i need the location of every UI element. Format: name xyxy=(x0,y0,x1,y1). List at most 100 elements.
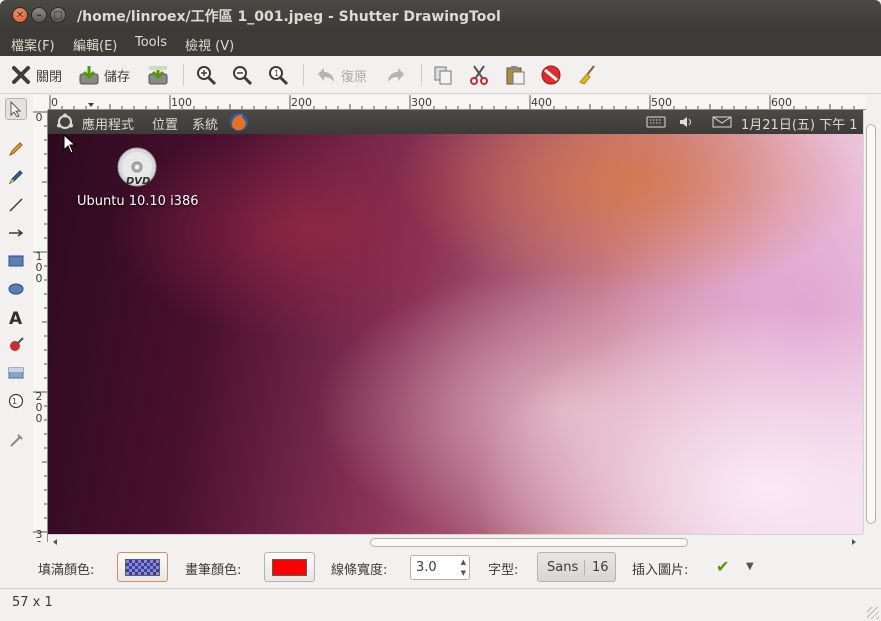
menu-tools[interactable]: Tools xyxy=(135,35,167,50)
horizontal-ruler: 0 100 200 300 400 500 600 xyxy=(48,95,866,110)
save-icon xyxy=(79,66,99,85)
insert-image-label: 插入圖片: xyxy=(632,563,689,578)
keyboard-icon xyxy=(646,116,666,128)
save-button-label: 儲存 xyxy=(104,69,131,85)
pointer-icon xyxy=(10,101,22,117)
menu-view[interactable]: 檢視 (V) xyxy=(185,35,234,54)
clear-button[interactable] xyxy=(576,61,598,89)
zoom-out-button[interactable] xyxy=(231,61,253,89)
ellipse-tool[interactable] xyxy=(5,278,27,300)
stroke-color-button[interactable] xyxy=(264,552,315,582)
line-width-value: 3.0 xyxy=(416,560,437,575)
redo-button[interactable] xyxy=(385,61,407,89)
close-icon xyxy=(12,66,30,84)
crop-tool[interactable] xyxy=(5,430,27,452)
rectangle-tool[interactable] xyxy=(5,250,27,272)
title-bar: ✕ – □ /home/linroex/工作區 1_001.jpeg - Shu… xyxy=(0,0,881,31)
svg-text:1: 1 xyxy=(274,69,279,78)
fill-color-label: 填滿顏色: xyxy=(38,563,95,578)
freehand-tool[interactable] xyxy=(5,138,27,160)
crop-icon xyxy=(10,434,23,447)
zoom-100-button[interactable]: 1 xyxy=(267,61,289,89)
toolbar-separator xyxy=(183,64,184,86)
redo-icon xyxy=(388,68,404,82)
horizontal-scroll-thumb[interactable] xyxy=(370,538,688,547)
censor-icon xyxy=(10,337,24,351)
maximize-window-button[interactable]: □ xyxy=(50,7,66,23)
vertical-scroll-thumb[interactable] xyxy=(866,124,876,524)
toolbar: 關閉 儲存 1 復原 xyxy=(0,56,881,94)
ruler-position-marker xyxy=(88,103,94,107)
paste-button[interactable] xyxy=(504,61,526,89)
ruler-label: 500 xyxy=(651,96,672,109)
ruler-label: 300 xyxy=(411,96,432,109)
line-tool[interactable] xyxy=(5,194,27,216)
line-icon xyxy=(9,198,23,212)
highlighter-icon xyxy=(8,170,23,185)
mail-icon xyxy=(712,116,732,128)
panel-menu-places: 位置 xyxy=(152,118,179,133)
stroke-color-swatch xyxy=(272,559,307,576)
text-tool[interactable]: A xyxy=(5,306,27,328)
font-name: Sans xyxy=(547,559,579,575)
zoom-in-button[interactable] xyxy=(195,61,217,89)
arrow-tool[interactable] xyxy=(5,222,27,244)
zoom-in-icon xyxy=(197,66,217,86)
censor-tool[interactable] xyxy=(5,334,27,356)
increment-icon[interactable]: ▲ xyxy=(461,558,466,566)
font-label: 字型: xyxy=(488,563,519,578)
menu-edit[interactable]: 編輯(E) xyxy=(73,35,117,54)
horizontal-scrollbar[interactable] xyxy=(48,534,863,548)
text-icon: A xyxy=(9,309,23,325)
dropdown-arrow-icon[interactable]: ▼ xyxy=(746,561,754,572)
close-button[interactable]: 關閉 xyxy=(10,61,62,89)
ruler-label: 0 xyxy=(51,96,58,109)
drawing-canvas[interactable]: 應用程式 位置 系統 1月21日(五) 下午 1 DVD Ubuntu 10.1… xyxy=(48,110,863,534)
minimize-window-button[interactable]: – xyxy=(31,7,47,23)
panel-clock: 1月21日(五) 下午 1 xyxy=(741,118,858,133)
close-window-button[interactable]: ✕ xyxy=(12,7,28,23)
delete-button[interactable] xyxy=(540,61,562,89)
number-tool[interactable]: 1 xyxy=(5,390,27,412)
ruler-label: 0 xyxy=(35,111,43,124)
ruler-ticks xyxy=(33,111,47,533)
desktop-icon-label: Ubuntu 10.10 i386 xyxy=(77,194,199,209)
fill-color-button[interactable] xyxy=(117,552,168,582)
ruler-label: 1 0 0 xyxy=(35,250,43,285)
font-picker-button[interactable]: Sans 16 xyxy=(537,552,616,582)
select-tool[interactable] xyxy=(5,98,27,120)
line-width-spinner[interactable]: 3.0 ▲ ▼ xyxy=(410,555,470,580)
scroll-left-icon[interactable] xyxy=(51,538,59,546)
dvd-disc-icon: DVD xyxy=(117,147,157,187)
copy-button[interactable] xyxy=(432,61,454,89)
export-button[interactable] xyxy=(147,61,169,89)
pixelize-tool[interactable] xyxy=(5,362,27,384)
pixelize-icon xyxy=(8,367,24,379)
save-button[interactable]: 儲存 xyxy=(78,61,130,89)
checkmark-icon[interactable]: ✔ xyxy=(716,557,729,576)
resize-grip-icon[interactable] xyxy=(867,607,879,619)
undo-button[interactable]: 復原 xyxy=(315,61,367,89)
vertical-scrollbar[interactable] xyxy=(863,110,878,534)
scroll-right-icon[interactable] xyxy=(850,538,858,546)
close-button-label: 關閉 xyxy=(36,69,63,85)
line-width-label: 線條寬度: xyxy=(331,563,388,578)
undo-icon xyxy=(318,68,334,82)
tool-palette: A 1 xyxy=(0,94,33,542)
decrement-icon[interactable]: ▼ xyxy=(461,569,466,577)
menu-file[interactable]: 檔案(F) xyxy=(11,35,55,54)
stop-icon xyxy=(541,65,561,85)
fill-color-swatch xyxy=(125,559,160,576)
window-title: /home/linroex/工作區 1_001.jpeg - Shutter D… xyxy=(77,9,501,25)
highlighter-tool[interactable] xyxy=(5,166,27,188)
ubuntu-logo-icon xyxy=(57,113,73,129)
pencil-icon xyxy=(8,142,23,157)
menu-bar: 檔案(F) 編輯(E) Tools 檢視 (V) xyxy=(0,31,881,56)
ruler-label: 600 xyxy=(771,96,792,109)
font-size: 16 xyxy=(584,559,609,575)
cut-button[interactable] xyxy=(468,61,490,89)
firefox-icon xyxy=(230,113,248,131)
ruler-corner xyxy=(33,95,48,110)
dvd-badge-text: DVD xyxy=(126,176,150,187)
rectangle-icon xyxy=(8,255,24,267)
